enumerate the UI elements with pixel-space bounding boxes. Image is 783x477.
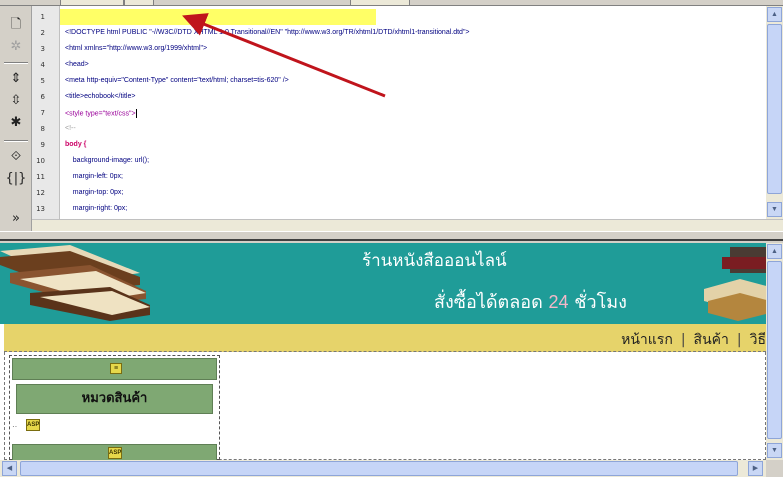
coding-toolbar: 🗋 ✲ ⇕ ⇳ ✱ ⟐ {|} »	[0, 6, 32, 231]
code-line[interactable]: <!--	[65, 125, 76, 132]
code-editor[interactable]: <!DOCTYPE html PUBLIC "-//W3C//DTD XHTML…	[60, 6, 766, 219]
books-left-image	[0, 243, 150, 324]
nav-separator: |	[680, 332, 686, 348]
code-line[interactable]: <title>echobook</title>	[65, 93, 135, 100]
design-vertical-scrollbar[interactable]: ▲ ▼	[766, 243, 783, 460]
scrollbar-corner	[766, 460, 783, 477]
asp-marker-icon: ASP	[26, 419, 40, 431]
select-parent-tag-icon[interactable]: ⟐	[5, 148, 27, 166]
sidebar-footer-bar: ASP	[12, 444, 217, 460]
collapse-full-tag-icon[interactable]: ⇕	[5, 70, 27, 88]
line-number: 10	[36, 157, 45, 165]
design-horizontal-scrollbar[interactable]: ◀ ▶	[0, 460, 766, 477]
line-number: 12	[36, 189, 45, 197]
category-title: หมวดสินค้า	[81, 391, 148, 406]
collapse-selection-icon[interactable]: ⇳	[5, 92, 27, 110]
toolbar-divider	[4, 62, 28, 64]
top-navigation-bar: หน้าแรก | สินค้า | วิธี	[4, 324, 766, 352]
nav-home-link[interactable]: หน้าแรก	[621, 332, 673, 348]
banner-title: ร้านหนังสือออนไลน์	[362, 251, 507, 271]
scroll-down-icon[interactable]: ▼	[767, 202, 782, 217]
line-number: 1	[40, 13, 45, 21]
split-view-divider[interactable]	[0, 231, 783, 241]
dotted-marker: ··	[12, 422, 18, 431]
site-banner: ร้านหนังสือออนไลน์ สั่งซื้อได้ตลอด 24 ชั…	[0, 243, 766, 324]
banner-hours-number: 24	[548, 292, 569, 312]
code-line[interactable]: margin-right: 0px;	[65, 205, 127, 212]
banner-subtitle: สั่งซื้อได้ตลอด 24 ชั่วโมง	[434, 287, 627, 316]
text-cursor	[135, 109, 137, 118]
expand-all-icon[interactable]: ✱	[5, 114, 27, 132]
options-icon[interactable]: ✲	[5, 38, 27, 56]
nav-products-link[interactable]: สินค้า	[694, 332, 729, 348]
balance-braces-icon[interactable]: {|}	[5, 170, 27, 188]
design-view[interactable]: ร้านหนังสือออนไลน์ สั่งซื้อได้ตลอด 24 ชั…	[0, 243, 766, 460]
code-line-text: <style type="text/css">	[65, 110, 136, 118]
category-header: หมวดสินค้า	[16, 384, 213, 414]
line-number: 11	[36, 173, 45, 181]
scroll-down-icon[interactable]: ▼	[767, 443, 782, 458]
line-number: 8	[40, 125, 45, 133]
toolbar-divider	[4, 140, 28, 142]
line-number: 9	[40, 141, 45, 149]
scroll-left-icon[interactable]: ◀	[2, 461, 17, 476]
scroll-up-icon[interactable]: ▲	[767, 244, 782, 259]
code-line[interactable]: <meta http-equiv="Content-Type" content=…	[65, 77, 289, 84]
code-line[interactable]: <!DOCTYPE html PUBLIC "-//W3C//DTD XHTML…	[65, 29, 470, 36]
highlighted-line	[60, 9, 376, 25]
code-line-with-cursor[interactable]: <style type="text/css">	[65, 109, 137, 118]
sidebar-header-bar: ≡	[12, 358, 217, 380]
dreamweaver-split-view: 🗋 ✲ ⇕ ⇳ ✱ ⟐ {|} » 1 2 3 4 5 6 7 8 9 10 1…	[0, 0, 783, 477]
line-number-gutter: 1 2 3 4 5 6 7 8 9 10 11 12 13	[32, 6, 60, 219]
code-line[interactable]: body {	[65, 141, 86, 148]
code-line[interactable]: margin-top: 0px;	[65, 189, 124, 196]
code-line[interactable]: <head>	[65, 61, 89, 68]
scroll-up-icon[interactable]: ▲	[767, 7, 782, 22]
banner-subtitle-prefix: สั่งซื้อได้ตลอด	[434, 292, 549, 313]
scroll-thumb[interactable]	[767, 24, 782, 194]
scroll-thumb[interactable]	[20, 461, 738, 476]
nav-items: หน้าแรก | สินค้า | วิธี	[621, 329, 766, 351]
open-file-icon[interactable]: 🗋	[5, 16, 27, 34]
code-line[interactable]: <html xmlns="http://www.w3.org/1999/xhtm…	[65, 45, 207, 52]
books-right-image	[700, 243, 766, 324]
line-number: 4	[40, 61, 45, 69]
scroll-thumb[interactable]	[767, 261, 782, 439]
more-tools-icon[interactable]: »	[5, 210, 27, 228]
line-number: 13	[36, 205, 45, 213]
nav-separator: |	[736, 332, 742, 348]
line-number: 5	[40, 77, 45, 85]
line-number: 7	[40, 109, 45, 117]
banner-subtitle-suffix: ชั่วโมง	[568, 292, 627, 313]
script-marker-icon: ≡	[110, 363, 122, 374]
code-vertical-scrollbar[interactable]: ▲ ▼	[766, 6, 783, 219]
line-number: 6	[40, 93, 45, 101]
code-line[interactable]: margin-left: 0px;	[65, 173, 123, 180]
line-number: 2	[40, 29, 45, 37]
code-line[interactable]: background-image: url();	[65, 157, 149, 164]
code-horizontal-scrollbar[interactable]	[32, 219, 783, 231]
asp-marker-icon: ASP	[108, 447, 122, 459]
scroll-right-icon[interactable]: ▶	[748, 461, 763, 476]
category-sidebar: ≡ หมวดสินค้า ·· ASP ASP	[9, 355, 220, 460]
nav-howto-link[interactable]: วิธี	[750, 332, 766, 348]
line-number: 3	[40, 45, 45, 53]
